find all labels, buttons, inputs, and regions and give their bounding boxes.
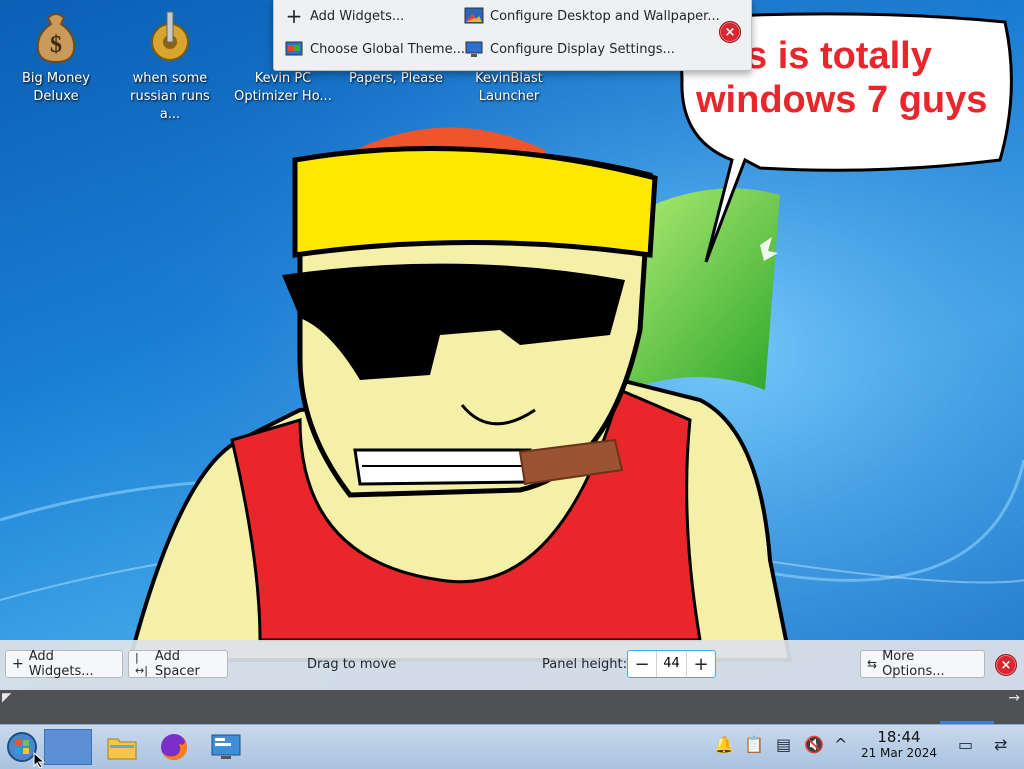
clock[interactable]: 18:44 21 Mar 2024 [858,729,940,761]
display-icon [464,39,484,59]
clipboard-icon[interactable]: 📋 [744,735,764,754]
mouse-cursor-icon [33,752,45,768]
file-manager-icon[interactable] [104,729,140,765]
disk-icon[interactable]: ▤ [776,735,791,754]
clock-time: 18:44 [877,728,921,746]
spacer-icon: |↔| [135,651,148,677]
panel-height-spinbox[interactable]: − 44 + [627,650,716,678]
menu-item-add-widgets[interactable]: + Add Widgets... [284,2,405,30]
desktop-context-menu: + Add Widgets... Configure Desktop and W… [273,0,752,71]
wallpaper-icon [464,6,484,26]
decrease-height-button[interactable]: − [628,654,656,675]
firefox-icon[interactable] [156,729,192,765]
sliders-icon: ⇆ [867,657,878,671]
increase-height-button[interactable]: + [687,654,715,675]
desktop-icon-big-money-deluxe[interactable]: $ Big Money Deluxe [2,8,110,106]
show-desktop-icon[interactable]: ▭ [958,735,973,754]
add-spacer-button[interactable]: |↔| Add Spacer [128,649,228,679]
theme-icon [284,39,304,59]
panel-settings-icon[interactable]: ⇄ [994,735,1007,754]
plus-icon: + [285,4,303,28]
clock-date: 21 Mar 2024 [860,746,938,760]
svg-text:$: $ [50,32,62,58]
close-edit-mode-icon[interactable]: × [995,654,1017,676]
volume-muted-icon[interactable]: 🔇 [804,735,824,754]
panel-height-value[interactable]: 44 [656,651,687,677]
panel-height-label: Panel height: [542,657,628,672]
taskbar: 🔔 📋 ▤ 🔇 ^ 18:44 21 Mar 2024 ▭ ⇄ [0,724,1024,769]
notifications-icon[interactable]: 🔔 [714,735,734,754]
gear-icon [142,8,198,64]
money-bag-icon: $ [28,8,84,64]
ruler-right-handle-icon[interactable]: → [1008,690,1020,706]
menu-item-configure-desktop[interactable]: Configure Desktop and Wallpaper... [464,2,720,30]
desktop-icon-russian[interactable]: when some russian runs a... [116,8,224,124]
panel-edit-toolbar: + Add Widgets... |↔| Add Spacer Drag to … [0,640,1024,690]
more-options-button[interactable]: ⇆ More Options... [860,649,985,679]
chevron-up-icon[interactable]: ^ [834,735,847,754]
close-menu-icon[interactable]: × [719,21,741,43]
system-settings-icon[interactable] [208,729,244,765]
panel-ruler[interactable]: ◤ → [0,690,1024,724]
add-widgets-button[interactable]: + Add Widgets... [5,649,123,679]
plus-icon: + [12,656,24,672]
task-thumbnail[interactable] [44,729,92,765]
ruler-left-handle-icon[interactable]: ◤ [2,690,11,704]
menu-item-global-theme[interactable]: Choose Global Theme... [284,35,465,63]
menu-item-display-settings[interactable]: Configure Display Settings... [464,35,675,63]
drag-to-move-label[interactable]: Drag to move [307,657,396,672]
